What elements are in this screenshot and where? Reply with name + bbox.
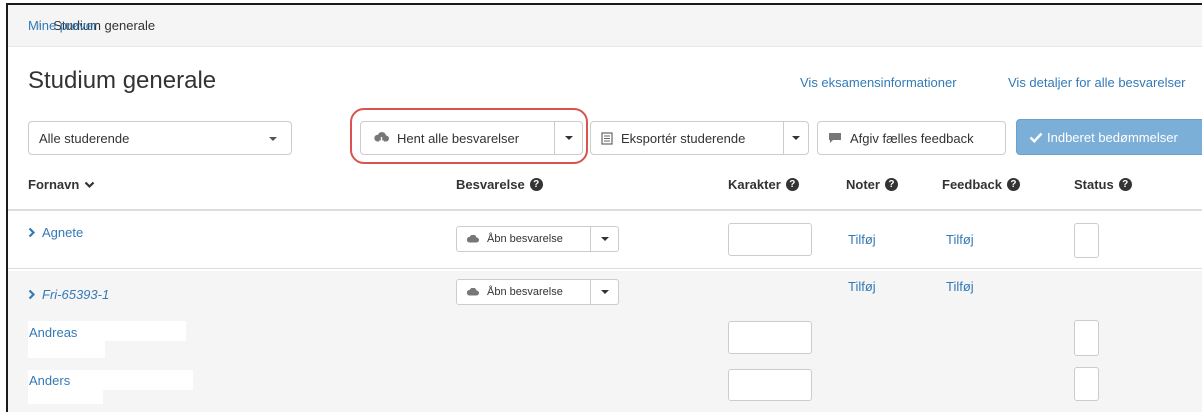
question-icon[interactable]: ?	[884, 178, 898, 191]
common-feedback-label: Afgiv fælles feedback	[850, 130, 974, 146]
export-students-dropdown[interactable]	[784, 121, 809, 155]
caret-down-icon	[269, 137, 277, 141]
chevron-down-icon	[84, 181, 95, 189]
chevron-right-icon	[28, 227, 36, 238]
cloud-download-icon	[374, 132, 389, 144]
cloud-icon	[467, 235, 479, 243]
grade-input[interactable]	[728, 321, 812, 354]
open-submission-dropdown[interactable]	[591, 279, 619, 305]
open-submission-dropdown[interactable]	[591, 226, 619, 252]
status-checkbox[interactable]	[1074, 367, 1099, 401]
caret-down-icon	[564, 136, 573, 140]
breadcrumb-root-link[interactable]: Mine prøver	[28, 18, 97, 33]
question-icon[interactable]: ?	[785, 178, 799, 191]
submit-grades-button[interactable]: Indberet bedømmelser	[1016, 119, 1202, 155]
column-grade-label: Karakter	[728, 177, 781, 192]
student-name: Agnete	[42, 225, 84, 240]
status-checkbox[interactable]	[1074, 223, 1099, 258]
question-icon[interactable]: ?	[529, 178, 543, 191]
column-notes-label: Noter	[846, 177, 880, 192]
column-first-name[interactable]: Fornavn	[28, 177, 95, 192]
open-submission-button[interactable]: Åbn besvarelse	[456, 279, 591, 305]
column-submission: Besvarelse ?	[456, 177, 543, 192]
fetch-all-button[interactable]: Hent alle besvarelser	[360, 121, 555, 155]
member-name[interactable]: Anders	[29, 373, 70, 388]
page-title: Studium generale	[28, 67, 217, 94]
breadcrumb: Mine prøver / Studium generale	[8, 5, 1202, 47]
cloud-icon	[467, 288, 479, 296]
add-feedback-link[interactable]: Tilføj	[946, 279, 974, 294]
group-row-toggle[interactable]: Fri-65393-1	[28, 287, 109, 302]
name-redaction	[28, 341, 105, 358]
open-submission-button[interactable]: Åbn besvarelse	[456, 226, 591, 252]
caret-down-icon	[792, 136, 800, 140]
status-checkbox[interactable]	[1074, 320, 1099, 356]
app-frame: Mine prøver / Studium generale Studium g…	[6, 3, 1202, 412]
student-filter-select[interactable]: Alle studerende	[28, 121, 292, 155]
column-status: Status ?	[1074, 177, 1132, 192]
name-redaction	[28, 390, 103, 404]
column-first-name-label: Fornavn	[28, 177, 80, 192]
question-icon[interactable]: ?	[1118, 178, 1132, 191]
export-students-label: Eksportér studerende	[621, 130, 746, 146]
column-grade: Karakter ?	[728, 177, 799, 192]
table-header	[8, 163, 1202, 211]
grade-input[interactable]	[728, 223, 812, 256]
column-feedback: Feedback ?	[942, 177, 1020, 192]
chevron-right-icon	[28, 289, 36, 300]
question-icon[interactable]: ?	[1006, 178, 1020, 191]
open-submission-label: Åbn besvarelse	[487, 286, 563, 298]
member-name[interactable]: Andreas	[29, 325, 77, 340]
caret-down-icon	[600, 290, 609, 294]
comment-icon	[828, 132, 842, 144]
student-filter-value: Alle studerende	[39, 131, 130, 146]
student-row-toggle[interactable]: Agnete	[28, 225, 83, 240]
column-status-label: Status	[1074, 177, 1114, 192]
row-divider	[8, 268, 1202, 269]
column-feedback-label: Feedback	[942, 177, 1002, 192]
add-note-link[interactable]: Tilføj	[848, 232, 876, 247]
common-feedback-button[interactable]: Afgiv fælles feedback	[817, 121, 1006, 155]
add-note-link[interactable]: Tilføj	[848, 279, 876, 294]
group-name: Fri-65393-1	[42, 287, 110, 302]
fetch-all-label: Hent alle besvarelser	[397, 130, 520, 146]
all-details-link[interactable]: Vis detaljer for alle besvarelser	[1008, 75, 1186, 90]
export-students-button[interactable]: Eksportér studerende	[590, 121, 784, 155]
exam-info-link[interactable]: Vis eksamensinformationer	[800, 75, 957, 90]
fetch-all-dropdown[interactable]	[555, 121, 583, 155]
column-notes: Noter ?	[846, 177, 898, 192]
add-feedback-link[interactable]: Tilføj	[946, 232, 974, 247]
spreadsheet-icon	[601, 131, 613, 145]
column-submission-label: Besvarelse	[456, 177, 525, 192]
open-submission-label: Åbn besvarelse	[487, 233, 563, 245]
submit-grades-label: Indberet bedømmelser	[1047, 129, 1178, 145]
checkmark-icon	[1029, 132, 1043, 143]
caret-down-icon	[600, 237, 609, 241]
grade-input[interactable]	[728, 369, 812, 401]
